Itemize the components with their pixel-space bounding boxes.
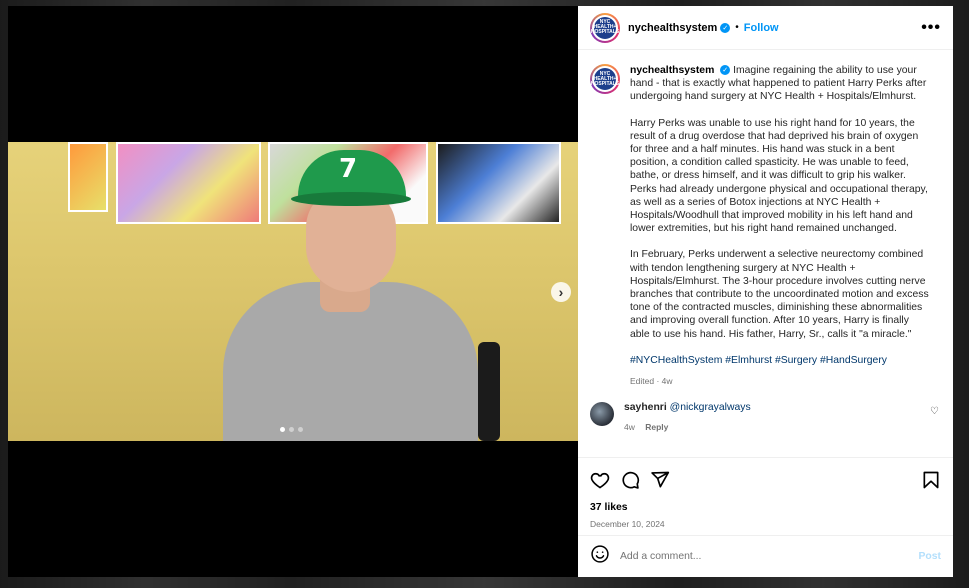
slide-dot bbox=[298, 427, 303, 432]
slide-indicator bbox=[280, 427, 303, 432]
wall-art bbox=[116, 142, 261, 224]
reply-button[interactable]: Reply bbox=[645, 422, 668, 432]
comment-username[interactable]: sayhenri bbox=[624, 402, 667, 413]
post-header: NYC HEALTH+ HOSPITALS nychealthsystem ✓ … bbox=[578, 6, 953, 50]
verified-icon: ✓ bbox=[720, 65, 731, 76]
avatar[interactable]: NYC HEALTH+ HOSPITALS bbox=[590, 12, 620, 43]
verified-icon: ✓ bbox=[720, 22, 731, 33]
caption: NYC HEALTH+ HOSPITALS nychealthsystem ✓ … bbox=[590, 64, 941, 388]
comment-item: sayhenri @nickgrayalways 4w Reply ♡ bbox=[590, 402, 941, 432]
next-slide-button[interactable]: › bbox=[551, 282, 571, 302]
comment-meta: 4w Reply bbox=[624, 422, 751, 432]
header-username[interactable]: nychealthsystem bbox=[628, 22, 717, 34]
comments-section[interactable]: NYC HEALTH+ HOSPITALS nychealthsystem ✓ … bbox=[578, 50, 953, 457]
slide-dot bbox=[280, 427, 285, 432]
wall-art bbox=[436, 142, 561, 224]
avatar-ring: NYC HEALTH+ HOSPITALS bbox=[591, 66, 619, 92]
slide-dot bbox=[289, 427, 294, 432]
share-icon[interactable] bbox=[650, 470, 670, 490]
avatar-ring: NYC HEALTH+ HOSPITALS bbox=[591, 14, 619, 41]
caption-paragraph: Harry Perks was unable to use his right … bbox=[630, 117, 928, 235]
post-details-panel: NYC HEALTH+ HOSPITALS nychealthsystem ✓ … bbox=[578, 6, 953, 577]
caption-username[interactable]: nychealthsystem bbox=[630, 65, 714, 76]
heart-icon[interactable] bbox=[590, 470, 610, 490]
post-media: 7 › bbox=[8, 6, 578, 577]
bookmark-icon[interactable] bbox=[921, 470, 941, 490]
post-comment-button[interactable]: Post bbox=[918, 551, 941, 562]
avatar-logo: NYC HEALTH+ HOSPITALS bbox=[591, 68, 619, 90]
wheelchair bbox=[478, 342, 500, 441]
caption-paragraph: In February, Perks underwent a selective… bbox=[630, 249, 929, 340]
more-icon[interactable]: ••• bbox=[921, 19, 941, 37]
follow-button[interactable]: Follow bbox=[744, 22, 779, 34]
caption-text: nychealthsystem ✓ Imagine regaining the … bbox=[630, 64, 930, 388]
person-hat-brim bbox=[291, 192, 411, 206]
comment-input[interactable] bbox=[620, 551, 919, 562]
heart-icon[interactable]: ♡ bbox=[930, 406, 939, 417]
comment-icon[interactable] bbox=[620, 470, 640, 490]
comment-avatar[interactable] bbox=[590, 402, 614, 427]
chevron-right-icon: › bbox=[558, 284, 564, 300]
wall-art bbox=[68, 142, 108, 212]
action-icons bbox=[590, 466, 941, 494]
comment-mention[interactable]: @nickgrayalways bbox=[670, 402, 751, 413]
avatar-logo: NYC HEALTH+ HOSPITALS bbox=[591, 16, 619, 39]
hat-number: 7 bbox=[339, 154, 358, 184]
separator-dot: • bbox=[735, 22, 739, 33]
post-photo: 7 bbox=[8, 142, 578, 441]
comment-time: 4w bbox=[624, 422, 635, 433]
caption-edited-time: Edited · 4w bbox=[630, 376, 673, 387]
comment-body: sayhenri @nickgrayalways 4w Reply bbox=[624, 402, 751, 432]
add-comment-bar: Post bbox=[578, 535, 953, 577]
emoji-icon[interactable] bbox=[590, 544, 610, 569]
post-date: December 10, 2024 bbox=[590, 519, 665, 529]
caption-avatar[interactable]: NYC HEALTH+ HOSPITALS bbox=[590, 64, 620, 94]
caption-hashtags[interactable]: #NYCHealthSystem #Elmhurst #Surgery #Han… bbox=[630, 354, 930, 367]
like-count[interactable]: 37 likes bbox=[590, 502, 941, 513]
